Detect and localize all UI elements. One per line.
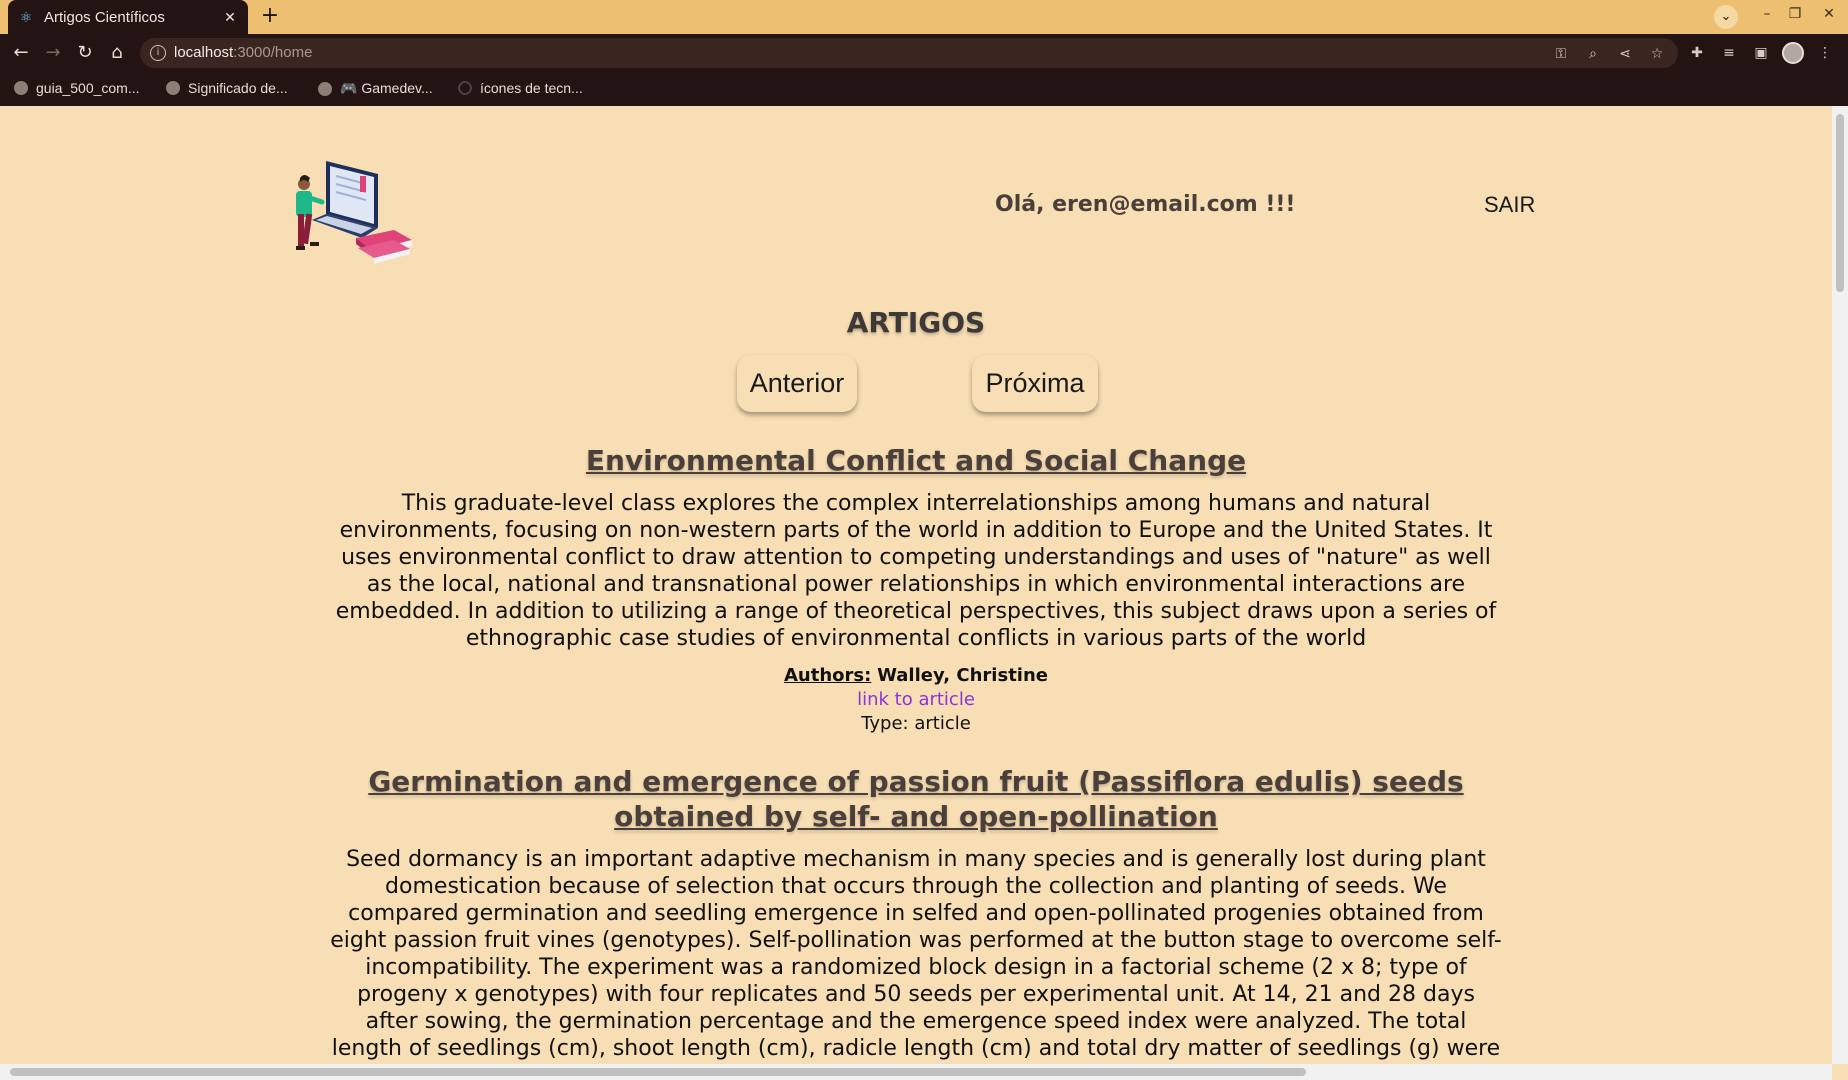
horizontal-scroll-thumb[interactable]	[10, 1068, 1306, 1076]
tab-search-chevron-icon[interactable]: ⌄	[1714, 5, 1738, 29]
loading-icon	[458, 81, 472, 95]
article-title: Germination and emergence of passion fru…	[368, 765, 1464, 833]
address-url[interactable]: localhost:3000/home	[174, 44, 312, 61]
browser-toolbar: ← → ↻ ⌂ i localhost:3000/home ⚿ ⌕ ⋖ ☆ ✚ …	[0, 34, 1848, 72]
zoom-icon[interactable]: ⌕	[1584, 45, 1602, 63]
bookmark-item[interactable]: ícones de tecn...	[458, 80, 583, 96]
home-icon[interactable]: ⌂	[106, 42, 128, 64]
site-info-icon[interactable]: i	[150, 45, 166, 61]
browser-tab-active[interactable]: ⚛ Artigos Científicos ✕	[8, 0, 248, 34]
next-page-button[interactable]: Próxima	[972, 355, 1098, 412]
page-content: Olá, eren@email.com !!! SAIR ARTIGOS Ant…	[0, 106, 1832, 1064]
authors-label: Authors:	[784, 665, 872, 686]
reading-list-icon[interactable]: ≡	[1720, 44, 1738, 62]
article-card: Environmental Conflict and Social Change…	[320, 443, 1512, 736]
extensions-puzzle-icon[interactable]: ✚	[1688, 44, 1706, 62]
address-bar[interactable]: i localhost:3000/home ⚿ ⌕ ⋖ ☆	[140, 38, 1678, 68]
globe-icon	[14, 81, 28, 95]
authors-value: Walley, Christine	[877, 665, 1048, 686]
article-type: Type: article	[861, 713, 971, 734]
horizontal-scrollbar[interactable]	[0, 1064, 1832, 1080]
article-title: Environmental Conflict and Social Change	[585, 444, 1247, 477]
bookmark-item[interactable]: Significado de...	[166, 80, 288, 96]
vertical-scroll-thumb[interactable]	[1836, 114, 1844, 292]
react-favicon-icon: ⚛	[19, 9, 33, 25]
password-key-icon[interactable]: ⚿	[1552, 45, 1570, 63]
tab-strip: ⚛ Artigos Científicos ✕ + ⌄ – ❐ ✕	[0, 0, 1848, 34]
globe-icon	[166, 81, 180, 95]
window-close-icon[interactable]: ✕	[1820, 6, 1838, 22]
bookmark-item[interactable]: 🎮 Gamedev...	[318, 80, 433, 97]
page-title: ARTIGOS	[846, 306, 986, 339]
bookmark-item[interactable]: guia_500_com...	[14, 80, 140, 96]
article-link[interactable]: link to article	[320, 688, 1512, 712]
profile-avatar[interactable]	[1782, 42, 1804, 64]
restore-icon[interactable]: ❐	[1786, 6, 1804, 22]
side-panel-icon[interactable]: ▣	[1752, 44, 1770, 62]
vertical-scrollbar[interactable]	[1832, 106, 1848, 1064]
reading-laptop-logo	[296, 161, 412, 264]
article-list: Environmental Conflict and Social Change…	[320, 443, 1512, 1064]
article-description: This graduate-level class explores the c…	[335, 491, 1497, 651]
tab-title: Artigos Científicos	[44, 8, 165, 26]
article-card: Germination and emergence of passion fru…	[320, 764, 1512, 1064]
bookmark-star-icon[interactable]: ☆	[1648, 45, 1666, 63]
globe-icon	[318, 81, 332, 96]
back-arrow-icon[interactable]: ←	[10, 42, 32, 64]
reload-icon[interactable]: ↻	[74, 42, 96, 64]
bookmarks-bar: guia_500_com... Significado de... 🎮 Game…	[0, 72, 1848, 106]
logout-button[interactable]: SAIR	[1484, 192, 1535, 218]
article-authors: Authors: Walley, Christine	[320, 664, 1512, 688]
menu-kebab-icon[interactable]: ⋮	[1816, 44, 1834, 62]
tab-close-icon[interactable]: ✕	[222, 9, 238, 26]
previous-page-button[interactable]: Anterior	[737, 355, 857, 412]
forward-arrow-icon[interactable]: →	[42, 42, 64, 64]
new-tab-icon[interactable]: +	[258, 5, 282, 29]
article-meta: Authors: Walley, Christine link to artic…	[320, 664, 1512, 736]
user-greeting: Olá, eren@email.com !!!	[995, 192, 1296, 217]
article-description: Seed dormancy is an important adaptive m…	[330, 847, 1502, 1064]
minimize-icon[interactable]: –	[1758, 6, 1776, 22]
share-icon[interactable]: ⋖	[1616, 45, 1634, 63]
